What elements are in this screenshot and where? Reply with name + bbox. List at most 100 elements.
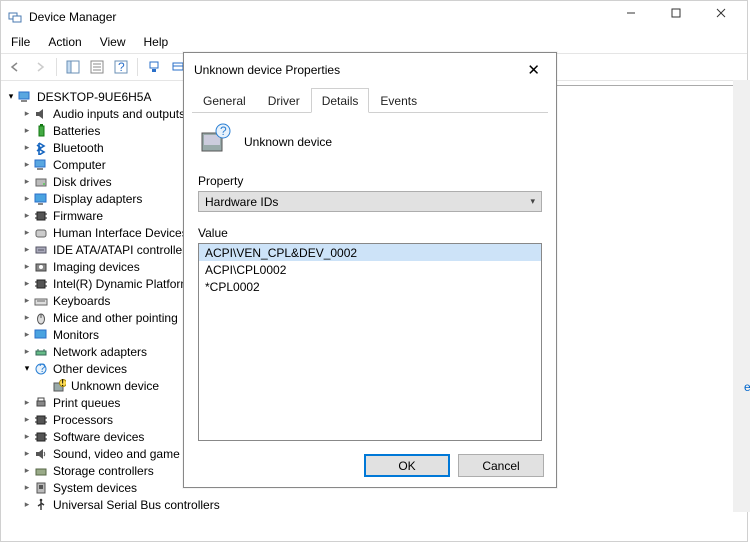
maximize-button[interactable]	[653, 0, 698, 27]
chevron-right-icon[interactable]: ▸	[21, 227, 33, 238]
dialog-buttons: OK Cancel	[364, 454, 544, 477]
bluetooth-icon	[33, 140, 49, 156]
hid-icon	[33, 225, 49, 241]
device-header: ? Unknown device	[198, 123, 542, 160]
tree-item-label: Monitors	[53, 328, 99, 342]
cancel-button[interactable]: Cancel	[458, 454, 544, 477]
ok-button[interactable]: OK	[364, 454, 450, 477]
chevron-right-icon[interactable]: ▸	[21, 125, 33, 136]
chevron-right-icon[interactable]: ▸	[21, 465, 33, 476]
chip-icon	[33, 276, 49, 292]
close-button[interactable]	[698, 0, 743, 27]
list-item[interactable]: ACPI\CPL0002	[199, 261, 541, 278]
chevron-down-icon: ▾	[530, 196, 535, 207]
tree-item-label: Human Interface Devices	[53, 226, 188, 240]
computer-icon	[17, 89, 33, 105]
tree-item-label: Processors	[53, 413, 113, 427]
chevron-right-icon[interactable]: ▸	[21, 448, 33, 459]
properties-dialog: Unknown device Properties ✕ General Driv…	[183, 52, 557, 488]
tree-item-label: Keyboards	[53, 294, 110, 308]
device-name: Unknown device	[244, 135, 332, 149]
menu-view[interactable]: View	[92, 33, 134, 51]
system-icon	[33, 480, 49, 496]
chevron-right-icon[interactable]: ▸	[21, 397, 33, 408]
tree-item[interactable]: ▸ Universal Serial Bus controllers	[5, 496, 747, 513]
chevron-right-icon[interactable]: ▸	[21, 278, 33, 289]
value-label: Value	[198, 226, 542, 240]
properties-icon[interactable]	[86, 56, 108, 78]
tree-root-label: DESKTOP-9UE6H5A	[37, 90, 152, 104]
chevron-right-icon[interactable]: ▸	[21, 210, 33, 221]
property-dropdown[interactable]: Hardware IDs ▾	[198, 191, 542, 212]
dialog-title: Unknown device Properties	[194, 63, 340, 77]
keyboard-icon	[33, 293, 49, 309]
chevron-down-icon[interactable]: ▾	[5, 91, 17, 102]
menu-file[interactable]: File	[3, 33, 38, 51]
device-large-icon: ?	[198, 123, 232, 160]
chevron-right-icon[interactable]: ▸	[21, 329, 33, 340]
dialog-tabs: General Driver Details Events	[192, 87, 548, 113]
monitor-icon	[33, 327, 49, 343]
chevron-right-icon[interactable]: ▸	[21, 346, 33, 357]
chevron-right-icon[interactable]: ▸	[21, 193, 33, 204]
battery-icon	[33, 123, 49, 139]
tab-driver[interactable]: Driver	[257, 88, 311, 113]
network-icon	[33, 344, 49, 360]
chevron-right-icon[interactable]: ▸	[21, 482, 33, 493]
forward-button[interactable]	[29, 56, 51, 78]
dialog-close-button[interactable]: ✕	[521, 61, 546, 79]
chevron-right-icon[interactable]: ▸	[21, 414, 33, 425]
menu-help[interactable]: Help	[136, 33, 177, 51]
chip-icon	[33, 208, 49, 224]
chevron-right-icon[interactable]: ▸	[21, 261, 33, 272]
vertical-scrollbar[interactable]	[733, 80, 750, 512]
chevron-down-icon[interactable]: ▾	[21, 363, 33, 374]
chevron-right-icon[interactable]: ▸	[21, 431, 33, 442]
minimize-button[interactable]	[608, 0, 653, 27]
show-hide-tree-button[interactable]	[62, 56, 84, 78]
cropped-text: et	[744, 380, 750, 394]
titlebar: Device Manager	[1, 1, 747, 31]
chevron-right-icon[interactable]: ▸	[21, 499, 33, 510]
other-icon: ?	[33, 361, 49, 377]
sound-icon	[33, 446, 49, 462]
ide-icon	[33, 242, 49, 258]
chevron-right-icon[interactable]: ▸	[21, 295, 33, 306]
tree-item-label: IDE ATA/ATAPI controllers	[53, 243, 192, 257]
back-button[interactable]	[5, 56, 27, 78]
chevron-right-icon[interactable]: ▸	[21, 244, 33, 255]
value-listbox[interactable]: ACPI\VEN_CPL&DEV_0002 ACPI\CPL0002 *CPL0…	[198, 243, 542, 441]
chevron-right-icon[interactable]: ▸	[21, 159, 33, 170]
tree-item-label: Unknown device	[71, 379, 159, 393]
tree-item-label: Firmware	[53, 209, 103, 223]
disk-icon	[33, 174, 49, 190]
tree-item-label: Software devices	[53, 430, 144, 444]
tree-item-label: Display adapters	[53, 192, 142, 206]
tab-details[interactable]: Details	[311, 88, 370, 113]
property-value: Hardware IDs	[205, 195, 278, 209]
list-item[interactable]: ACPI\VEN_CPL&DEV_0002	[199, 244, 541, 261]
camera-icon	[33, 259, 49, 275]
tree-item-label: Sound, video and game	[53, 447, 180, 461]
svg-text:?: ?	[39, 362, 46, 375]
tree-item-label: Mice and other pointing	[53, 311, 178, 325]
help-icon[interactable]: ?	[110, 56, 132, 78]
tree-item-label: Audio inputs and outputs	[53, 107, 185, 121]
tab-events[interactable]: Events	[369, 88, 428, 113]
chip-icon	[33, 429, 49, 445]
menu-action[interactable]: Action	[40, 33, 89, 51]
chevron-right-icon[interactable]: ▸	[21, 142, 33, 153]
tree-item-label: Disk drives	[53, 175, 112, 189]
app-icon	[7, 9, 23, 25]
tab-general[interactable]: General	[192, 88, 257, 113]
scan-hardware-icon[interactable]	[143, 56, 165, 78]
chevron-right-icon[interactable]: ▸	[21, 108, 33, 119]
chevron-right-icon[interactable]: ▸	[21, 312, 33, 323]
speaker-icon	[33, 106, 49, 122]
tree-item-label: Universal Serial Bus controllers	[53, 498, 220, 512]
unknown-device-icon: !	[51, 378, 67, 394]
property-label: Property	[198, 174, 542, 188]
chevron-right-icon[interactable]: ▸	[21, 176, 33, 187]
tree-item-label: Network adapters	[53, 345, 147, 359]
list-item[interactable]: *CPL0002	[199, 278, 541, 295]
